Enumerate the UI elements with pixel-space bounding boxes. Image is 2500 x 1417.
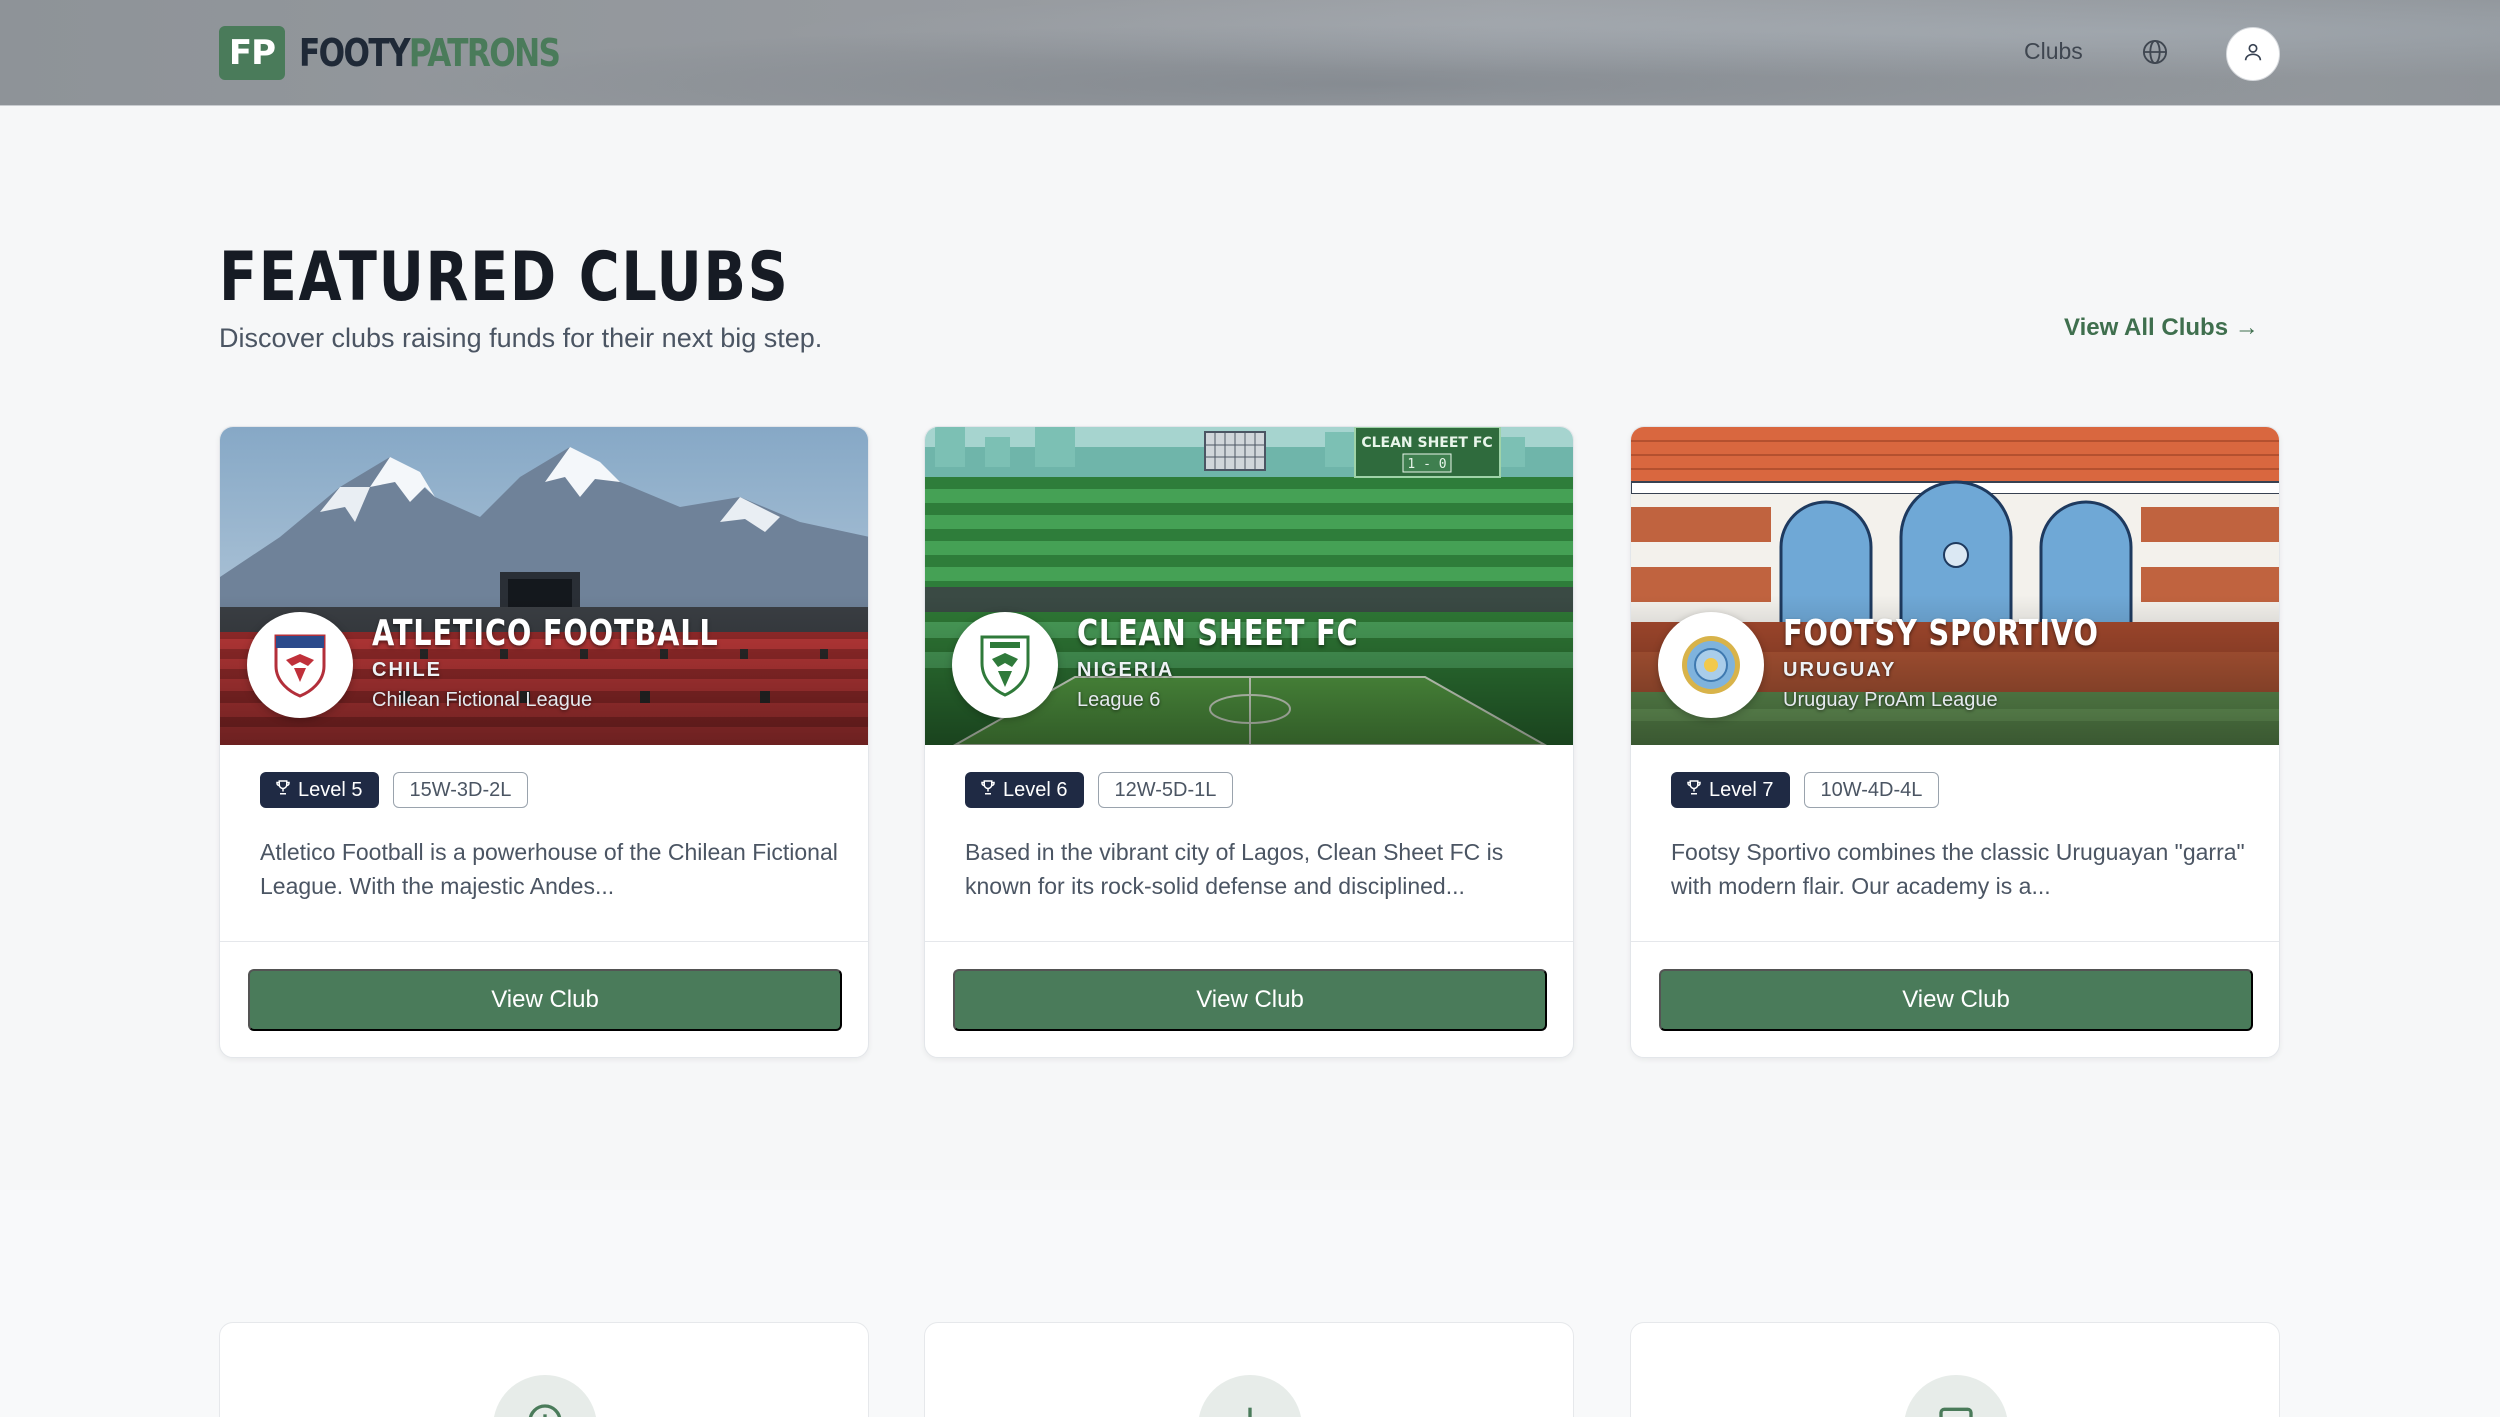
user-menu-button[interactable]	[2226, 27, 2280, 81]
feature-card	[219, 1322, 869, 1417]
club-description: Footsy Sportivo combines the classic Uru…	[1671, 839, 2245, 899]
plus-icon	[1198, 1375, 1302, 1417]
club-league: League 6	[1077, 689, 1161, 711]
message-icon	[1904, 1375, 2008, 1417]
logo-text-patrons: PATRONS	[408, 31, 561, 75]
club-league: Chilean Fictional League	[372, 689, 593, 711]
club-description: Based in the vibrant city of Lagos, Clea…	[965, 839, 1504, 899]
nav-link-clubs[interactable]: Clubs	[2024, 38, 2083, 65]
club-card-atletico-football: ATLETICO FOOTBALL CHILE Chilean Fictiona…	[219, 426, 869, 1058]
level-label: Level 7	[1709, 778, 1774, 801]
record-badge: 15W-3D-2L	[392, 772, 529, 808]
scoreboard-title: CLEAN SHEET FC	[1361, 435, 1492, 451]
club-description: Atletico Football is a powerhouse of the…	[260, 839, 838, 899]
trophy-icon	[1685, 778, 1703, 802]
level-badge: Level 7	[1671, 772, 1790, 808]
club-badges: Level 6 12W-5D-1L	[965, 772, 1234, 808]
globe-icon[interactable]	[2141, 38, 2169, 66]
record-badge: 12W-5D-1L	[1097, 772, 1234, 808]
scoreboard-score: 1 - 0	[1407, 457, 1446, 472]
logo-wordmark: FOOTYPATRONS	[299, 31, 561, 75]
view-all-clubs-link[interactable]: View All Clubs →	[2064, 314, 2259, 342]
view-club-button[interactable]: View Club	[248, 969, 842, 1031]
featured-clubs-title: FEATURED CLUBS	[219, 238, 790, 317]
club-crest	[952, 612, 1058, 718]
club-country: URUGUAY	[1783, 659, 1897, 681]
club-country: NIGERIA	[1077, 659, 1175, 681]
trophy-icon	[979, 778, 997, 802]
card-divider	[925, 941, 1573, 942]
club-crest	[1658, 612, 1764, 718]
info-icon	[493, 1375, 597, 1417]
logo-mark: FP	[219, 26, 285, 80]
club-card-footsy-sportivo: FOOTSY SPORTIVO URUGUAY Uruguay ProAm Le…	[1630, 426, 2280, 1058]
card-divider	[220, 941, 868, 942]
user-icon	[2242, 41, 2264, 68]
trophy-icon	[274, 778, 292, 802]
logo[interactable]: FP FOOTYPATRONS	[219, 26, 617, 80]
card-divider	[1631, 941, 2279, 942]
view-club-button[interactable]: View Club	[953, 969, 1547, 1031]
level-label: Level 5	[298, 778, 363, 801]
club-badges: Level 5 15W-3D-2L	[260, 772, 529, 808]
level-badge: Level 5	[260, 772, 379, 808]
feature-card	[1630, 1322, 2280, 1417]
record-badge: 10W-4D-4L	[1803, 772, 1940, 808]
club-badges: Level 7 10W-4D-4L	[1671, 772, 1940, 808]
club-country: CHILE	[372, 659, 442, 681]
club-crest	[247, 612, 353, 718]
club-card-clean-sheet-fc: CLEAN SHEET FC 1 - 0 CLEAN SHEET FC NIGE…	[924, 426, 1574, 1058]
top-navbar: FP FOOTYPATRONS Clubs	[0, 0, 2500, 106]
club-name: ATLETICO FOOTBALL	[372, 613, 719, 654]
logo-text-footy: FOOTY	[299, 31, 411, 75]
featured-clubs-subtitle: Discover clubs raising funds for their n…	[219, 323, 823, 353]
level-label: Level 6	[1003, 778, 1068, 801]
club-name: FOOTSY SPORTIVO	[1783, 613, 2099, 654]
view-club-button[interactable]: View Club	[1659, 969, 2253, 1031]
club-name: CLEAN SHEET FC	[1077, 613, 1359, 654]
level-badge: Level 6	[965, 772, 1084, 808]
club-league: Uruguay ProAm League	[1783, 689, 1998, 711]
feature-card	[924, 1322, 1574, 1417]
